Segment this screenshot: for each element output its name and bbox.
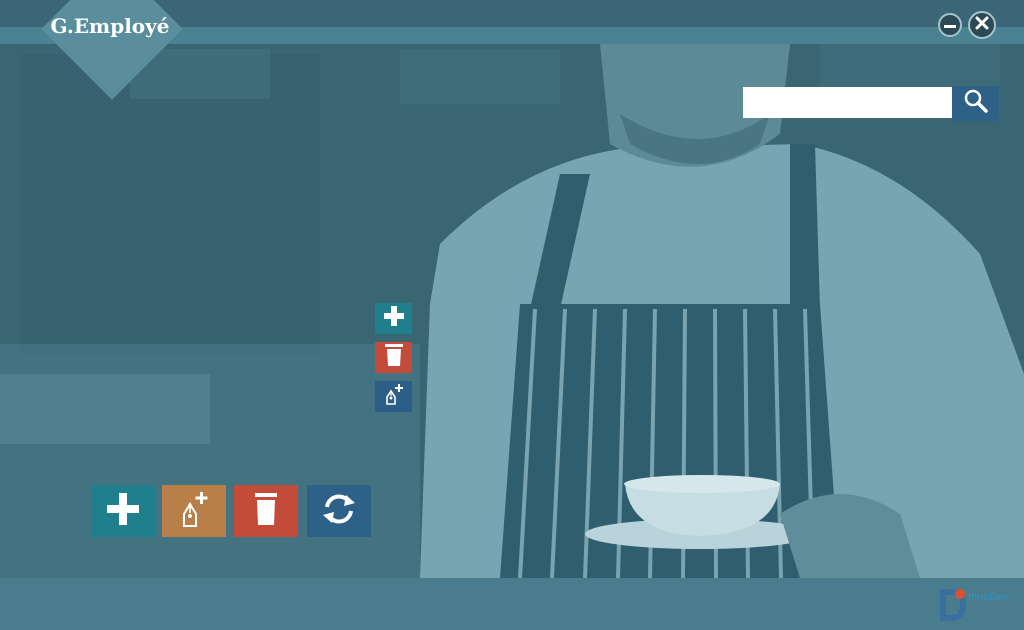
add-employee-button[interactable] bbox=[91, 485, 155, 537]
close-button[interactable] bbox=[968, 11, 996, 39]
trash-icon bbox=[384, 343, 404, 372]
pen-plus-icon bbox=[177, 490, 211, 533]
refresh-icon bbox=[319, 492, 359, 531]
close-icon bbox=[975, 16, 989, 35]
brand-logo: InnoDev bbox=[938, 585, 1018, 625]
quick-edit-button[interactable] bbox=[375, 381, 412, 412]
search-input[interactable] bbox=[743, 87, 952, 118]
refresh-button[interactable] bbox=[307, 485, 371, 537]
status-footer bbox=[0, 578, 1024, 630]
plus-icon bbox=[383, 305, 405, 332]
pen-plus-icon bbox=[382, 382, 406, 411]
brand-name: InnoDev bbox=[968, 591, 1009, 603]
quick-add-button[interactable] bbox=[375, 303, 412, 334]
app-title: G.Employé bbox=[50, 14, 170, 38]
minimize-button[interactable] bbox=[938, 13, 962, 37]
search-icon bbox=[963, 88, 989, 119]
edit-employee-button[interactable] bbox=[162, 485, 226, 537]
trash-icon bbox=[253, 492, 279, 531]
delete-employee-button[interactable] bbox=[234, 485, 298, 537]
plus-icon bbox=[106, 492, 140, 531]
minimize-icon bbox=[944, 16, 956, 34]
quick-delete-button[interactable] bbox=[375, 342, 412, 373]
search-button[interactable] bbox=[952, 86, 999, 121]
